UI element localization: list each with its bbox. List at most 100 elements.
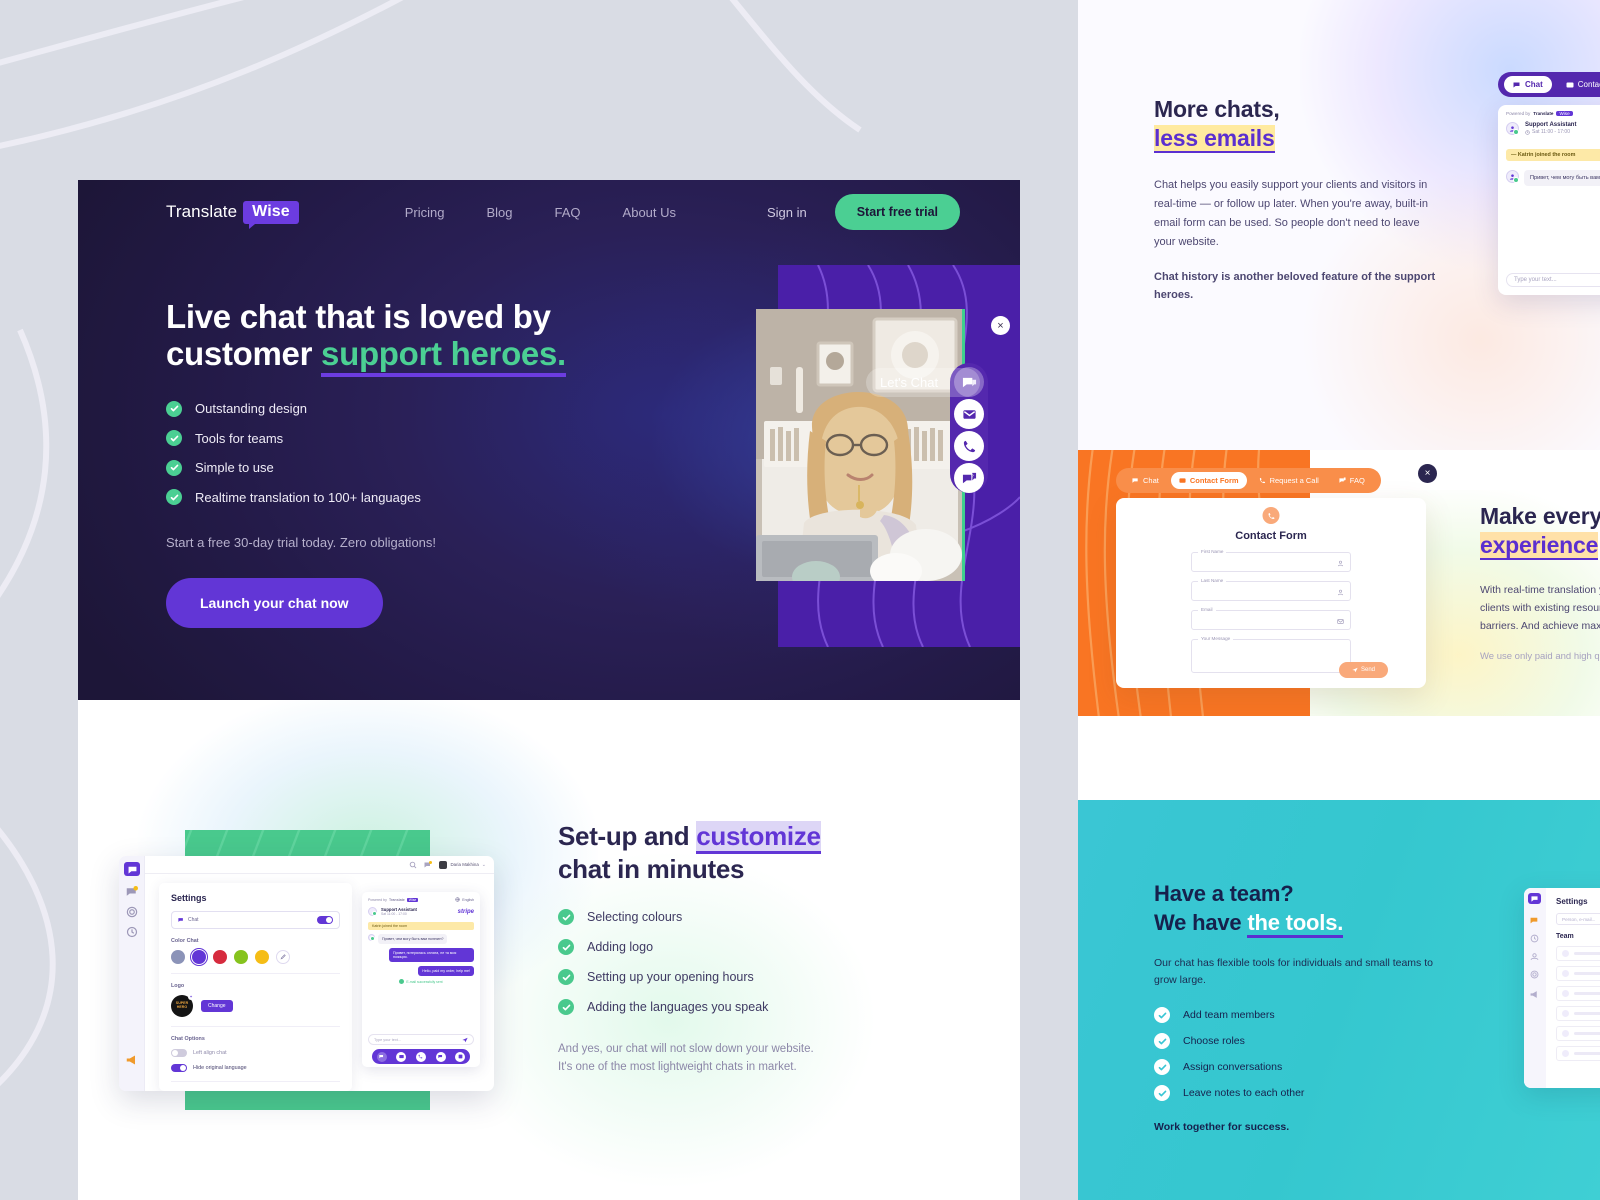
- email-field[interactable]: Email: [1191, 607, 1351, 630]
- notifications-icon[interactable]: [424, 860, 433, 869]
- nav-item-about-us[interactable]: About Us: [623, 205, 676, 220]
- send-button[interactable]: Send: [1338, 662, 1388, 678]
- start-free-trial-button[interactable]: Start free trial: [834, 194, 960, 230]
- color-picker-icon[interactable]: [276, 950, 290, 964]
- logo[interactable]: Translate Wise: [166, 200, 299, 229]
- chat-enable-row[interactable]: Chat: [171, 911, 340, 929]
- gear-icon[interactable]: [1530, 970, 1539, 979]
- color-swatch[interactable]: [255, 950, 269, 964]
- widget-input-placeholder: Type your text...: [1514, 277, 1557, 283]
- lets-chat-bubble[interactable]: Let's Chat: [866, 368, 981, 397]
- users-icon[interactable]: [1530, 952, 1539, 961]
- close-icon[interactable]: ×: [1418, 464, 1437, 483]
- widget-tab-chat[interactable]: Chat: [1504, 76, 1552, 93]
- team-member-row[interactable]: [1556, 946, 1600, 961]
- language-selector[interactable]: English: [455, 897, 474, 902]
- last-name-label: Last Name: [1198, 578, 1227, 583]
- preview-dock: [372, 1049, 470, 1064]
- team-member-row[interactable]: [1556, 1006, 1600, 1021]
- search-icon[interactable]: [409, 861, 417, 869]
- color-swatch[interactable]: [234, 950, 248, 964]
- tab-faq[interactable]: FAQ: [1331, 472, 1373, 489]
- color-swatch[interactable]: [213, 950, 227, 964]
- close-icon[interactable]: ×: [991, 316, 1010, 335]
- hide-original-switch[interactable]: [171, 1064, 187, 1072]
- avatar: [1562, 1030, 1569, 1037]
- nav-item-faq[interactable]: FAQ: [555, 205, 581, 220]
- setup-title-highlight: customize: [696, 821, 821, 854]
- tab-chat[interactable]: Chat: [1124, 472, 1167, 489]
- clock-icon[interactable]: [1530, 934, 1539, 943]
- team-feature-label: Add team members: [1183, 1009, 1275, 1022]
- nav-item-pricing[interactable]: Pricing: [405, 205, 445, 220]
- color-swatch-selected[interactable]: [189, 947, 209, 967]
- app-logo-icon: [124, 862, 140, 876]
- right-panels: More chats, less emails Chat helps you e…: [1078, 0, 1600, 1200]
- chat-toggle-switch[interactable]: [317, 916, 333, 924]
- message-field[interactable]: Your Message: [1191, 636, 1351, 673]
- knowledge-icon[interactable]: [455, 1051, 466, 1062]
- photo-illustration: [756, 309, 964, 581]
- setup-copy: Set-up and customize chat in minutes Sel…: [558, 820, 958, 1077]
- agent-hours: Sat 11:00 - 17:00: [1525, 129, 1576, 135]
- widget-tab-contact-form[interactable]: Contact Form: [1557, 76, 1600, 93]
- gear-icon[interactable]: [126, 906, 138, 918]
- sign-in-link[interactable]: Sign in: [767, 205, 807, 220]
- nav-item-blog[interactable]: Blog: [487, 205, 513, 220]
- tab-chat-label: Chat: [1143, 476, 1159, 485]
- make-experience-paragraph-small: We use only paid and high quality transl…: [1480, 651, 1600, 663]
- launch-chat-button[interactable]: Launch your chat now: [166, 578, 383, 629]
- setup-title-b: chat in minutes: [558, 853, 745, 884]
- color-swatches: [171, 947, 340, 967]
- preview-message-incoming: Привет, чем могу быть вам полезен?: [368, 934, 474, 944]
- join-notice: — Katrin joined the room: [1506, 149, 1600, 161]
- tab-request-call[interactable]: Request a Call: [1251, 472, 1327, 489]
- send-icon[interactable]: [462, 1037, 468, 1043]
- color-swatch[interactable]: [171, 950, 185, 964]
- preview-input[interactable]: Type your text...: [368, 1034, 474, 1045]
- change-logo-button[interactable]: Change: [201, 1000, 233, 1012]
- check-icon: [558, 909, 574, 925]
- team-member-rows: [1556, 946, 1600, 1061]
- setup-section: Daria Makhina ⌄ Settings Chat Color Chat…: [78, 700, 1020, 1200]
- team-copy: Have a team? We have the tools. Our chat…: [1154, 880, 1444, 1133]
- chats-icon[interactable]: [1530, 916, 1539, 925]
- more-chats-panel: More chats, less emails Chat helps you e…: [1078, 0, 1600, 450]
- megaphone-icon[interactable]: [1530, 990, 1539, 999]
- user-icon: [1337, 560, 1344, 567]
- member-name-placeholder: [1574, 1052, 1600, 1055]
- logo-preview[interactable]: SUPER HERO +: [171, 994, 194, 1017]
- chat-preview-card: Powered by Translate Wise English Suppor…: [362, 892, 480, 1067]
- clock-icon[interactable]: [126, 926, 138, 938]
- chat-icon: [178, 918, 183, 922]
- team-search-input[interactable]: Person, e-mail...: [1556, 913, 1600, 925]
- widget-input[interactable]: Type your text...: [1506, 273, 1600, 287]
- mail-icon[interactable]: [954, 399, 984, 429]
- first-name-field[interactable]: First Name: [1191, 549, 1351, 572]
- chats-icon[interactable]: [126, 886, 138, 898]
- dashboard-user[interactable]: Daria Makhina ⌄: [439, 860, 486, 869]
- hide-original-option[interactable]: Hide original language: [171, 1064, 340, 1072]
- tab-contact-form[interactable]: Contact Form: [1170, 472, 1247, 489]
- team-member-row[interactable]: [1556, 1026, 1600, 1041]
- left-align-switch[interactable]: [171, 1049, 187, 1057]
- phone-icon[interactable]: [415, 1051, 426, 1062]
- megaphone-icon[interactable]: [126, 1054, 138, 1066]
- team-member-row[interactable]: [1556, 966, 1600, 981]
- faq-icon[interactable]: ?: [954, 463, 984, 493]
- powered-pill: Wise: [406, 897, 419, 902]
- send-icon: [1352, 667, 1358, 673]
- powered-by-label: Powered by: [1506, 111, 1531, 116]
- chat-icon[interactable]: [376, 1051, 387, 1062]
- team-member-row[interactable]: [1556, 1046, 1600, 1061]
- globe-icon: [455, 897, 460, 902]
- last-name-field[interactable]: Last Name: [1191, 578, 1351, 601]
- mail-icon[interactable]: [396, 1051, 407, 1062]
- phone-icon[interactable]: [954, 431, 984, 461]
- left-align-option[interactable]: Left align chat: [171, 1049, 340, 1057]
- check-icon: [558, 969, 574, 985]
- faq-icon[interactable]: [435, 1051, 446, 1062]
- setup-note-line2: It's one of the most lightweight chats i…: [558, 1060, 797, 1073]
- team-member-row[interactable]: [1556, 986, 1600, 1001]
- add-icon[interactable]: +: [188, 994, 194, 1000]
